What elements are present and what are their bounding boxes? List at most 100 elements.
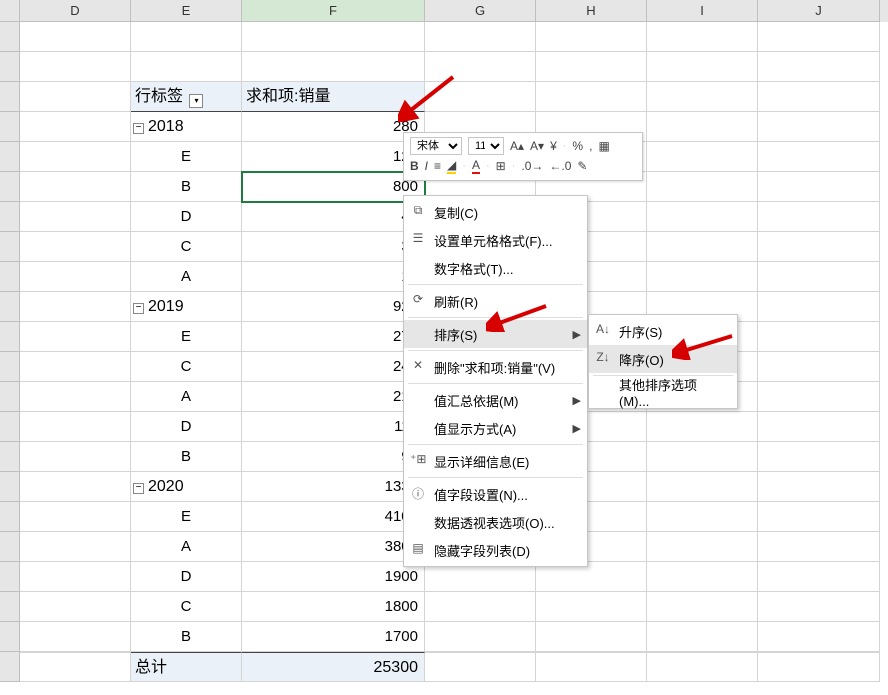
ctx-remove-field[interactable]: ✕ 删除"求和项:销量"(V) xyxy=(404,353,587,381)
col-header-J[interactable]: J xyxy=(758,0,880,22)
pivot-item[interactable]: A xyxy=(131,382,242,412)
cell-value[interactable]: 3800 xyxy=(242,532,425,562)
year-group-2018[interactable]: −2018 xyxy=(131,112,242,142)
col-header-D[interactable]: D xyxy=(20,0,131,22)
pivot-item[interactable]: A xyxy=(131,532,242,562)
cell-value[interactable]: 10 xyxy=(242,262,425,292)
ctx-show-details[interactable]: ⁺⊞显示详细信息(E) xyxy=(404,447,587,475)
pivot-item[interactable]: E xyxy=(131,322,242,352)
total-value[interactable]: 25300 xyxy=(242,652,425,682)
collapse-icon[interactable]: − xyxy=(133,123,144,134)
cell-value[interactable]: 1700 xyxy=(242,622,425,652)
collapse-icon[interactable]: − xyxy=(133,483,144,494)
cell-value[interactable]: 90 xyxy=(242,442,425,472)
pivot-item[interactable]: A xyxy=(131,262,242,292)
font-color-icon[interactable]: A xyxy=(472,158,480,174)
increase-font-icon[interactable]: A▴ xyxy=(510,139,524,153)
ctx-field-settings[interactable]: ⓘ 值字段设置(N)... xyxy=(404,480,587,508)
col-header-G[interactable]: G xyxy=(425,0,536,22)
pivot-item[interactable]: E xyxy=(131,502,242,532)
year-label: 2019 xyxy=(148,298,184,315)
sort-more-options[interactable]: 其他排序选项(M)... xyxy=(589,378,737,406)
pivot-item[interactable]: D xyxy=(131,202,242,232)
sort-asc[interactable]: A↓升序(S) xyxy=(589,317,737,345)
details-icon: ⁺⊞ xyxy=(410,452,426,468)
ctx-summarize-by[interactable]: 值汇总依据(M) ▶ xyxy=(404,386,587,414)
col-header-H[interactable]: H xyxy=(536,0,647,22)
pivot-item[interactable]: C xyxy=(131,352,242,382)
cell-value[interactable]: 1800 xyxy=(242,592,425,622)
cell-value[interactable]: 270 xyxy=(242,322,425,352)
ctx-sort[interactable]: 排序(S)▶ xyxy=(404,320,587,348)
borders-icon[interactable]: ▦ xyxy=(598,139,609,153)
increase-decimal-icon[interactable]: .0→ xyxy=(521,159,543,173)
corner-cell[interactable] xyxy=(0,0,20,22)
mini-format-toolbar: 宋体 11 A▴ A▾ ¥· % , ▦ B I ≡ ◢· A· ⊞· .0→ … xyxy=(403,132,643,181)
cell-value[interactable]: 210 xyxy=(242,382,425,412)
bold-icon[interactable]: B xyxy=(410,159,419,173)
format-painter-icon[interactable]: ✎ xyxy=(577,159,587,173)
ctx-label: 值字段设置(N)... xyxy=(434,485,528,504)
italic-icon[interactable]: I xyxy=(425,159,428,173)
ctx-label: 升序(S) xyxy=(619,322,662,341)
font-size-dropdown[interactable]: 11 xyxy=(468,137,504,155)
settings-icon: ⓘ xyxy=(410,485,426,501)
decrease-font-icon[interactable]: A▾ xyxy=(530,139,544,153)
year-label: 2018 xyxy=(148,118,184,135)
submenu-arrow-icon: ▶ xyxy=(573,394,581,407)
cell-value[interactable]: 240 xyxy=(242,352,425,382)
cell-value[interactable]: 40 xyxy=(242,202,425,232)
total-label[interactable]: 总计 xyxy=(131,652,242,682)
pivot-item[interactable]: C xyxy=(131,592,242,622)
font-name-dropdown[interactable]: 宋体 xyxy=(410,137,462,155)
pivot-item[interactable]: B xyxy=(131,172,242,202)
pivot-item[interactable]: E xyxy=(131,142,242,172)
sort-desc-icon: Z↓ xyxy=(595,350,611,366)
pivot-item[interactable]: D xyxy=(131,562,242,592)
fill-color-icon[interactable]: ◢ xyxy=(447,158,456,174)
ctx-pivot-options[interactable]: 数据透视表选项(O)... xyxy=(404,508,587,536)
values-header-text: 求和项:销量 xyxy=(246,88,330,105)
ctx-refresh[interactable]: ⟳刷新(R) xyxy=(404,287,587,315)
cell-value[interactable]: 110 xyxy=(242,412,425,442)
ctx-label: 删除"求和项:销量"(V) xyxy=(434,358,555,377)
ctx-format-cells[interactable]: ☰设置单元格格式(F)... xyxy=(404,226,587,254)
ctx-label: 值汇总依据(M) xyxy=(434,391,519,410)
cell-value[interactable]: 1330 xyxy=(242,472,425,502)
row-labels-header[interactable]: 行标签 ▾ xyxy=(131,82,242,112)
year-group-2020[interactable]: −2020 xyxy=(131,472,242,502)
column-headers: D E F G H I J xyxy=(0,0,888,22)
delete-icon: ✕ xyxy=(410,358,426,374)
col-header-F[interactable]: F xyxy=(242,0,425,22)
comma-icon[interactable]: , xyxy=(589,139,592,153)
cell-value[interactable]: 30 xyxy=(242,232,425,262)
ctx-show-values-as[interactable]: 值显示方式(A)▶ xyxy=(404,414,587,442)
row-labels-filter-icon[interactable]: ▾ xyxy=(189,94,203,108)
col-header-E[interactable]: E xyxy=(131,0,242,22)
sort-desc[interactable]: Z↓降序(O) xyxy=(589,345,737,373)
pivot-item[interactable]: B xyxy=(131,442,242,472)
pivot-item[interactable]: C xyxy=(131,232,242,262)
ctx-label: 刷新(R) xyxy=(434,292,478,311)
pivot-item[interactable]: D xyxy=(131,412,242,442)
cell-value[interactable]: 1900 xyxy=(242,562,425,592)
cell-value[interactable]: 120 xyxy=(242,142,425,172)
cell-value[interactable]: 920 xyxy=(242,292,425,322)
ctx-label: 数据透视表选项(O)... xyxy=(434,513,555,532)
align-icon[interactable]: ≡ xyxy=(434,159,441,173)
pivot-item[interactable]: B xyxy=(131,622,242,652)
collapse-icon[interactable]: − xyxy=(133,303,144,314)
selected-cell[interactable]: 800 xyxy=(242,172,425,202)
year-group-2019[interactable]: −2019 xyxy=(131,292,242,322)
ctx-number-format[interactable]: 数字格式(T)... xyxy=(404,254,587,282)
ctx-hide-field-list[interactable]: ▤隐藏字段列表(D) xyxy=(404,536,587,564)
col-header-I[interactable]: I xyxy=(647,0,758,22)
percent-icon[interactable]: % xyxy=(572,139,583,153)
values-header[interactable]: 求和项:销量 xyxy=(242,82,425,112)
decrease-decimal-icon[interactable]: ←.0 xyxy=(549,159,571,173)
ctx-copy[interactable]: ⧉复制(C) xyxy=(404,198,587,226)
currency-icon[interactable]: ¥ xyxy=(550,139,557,153)
cell-value[interactable]: 4100 xyxy=(242,502,425,532)
cell-value[interactable]: 280 xyxy=(242,112,425,142)
border-icon[interactable]: ⊞ xyxy=(496,159,506,173)
